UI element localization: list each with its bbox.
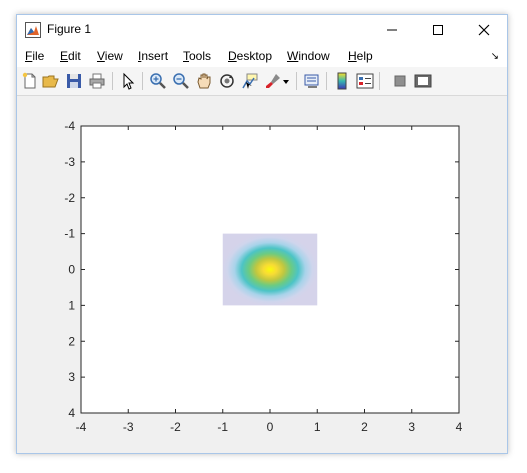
menu-insert[interactable]: Insert (138, 49, 168, 63)
insert-colorbar-icon[interactable] (333, 72, 351, 90)
minimize-icon (387, 29, 397, 31)
zoom-out-icon[interactable] (172, 72, 190, 90)
y-tick-label: 1 (68, 298, 75, 312)
heatmap-chart[interactable]: -4 -3 -2 -1 0 1 2 3 4-4-3-2-101234 (17, 96, 507, 453)
plot-area: -4 -3 -2 -1 0 1 2 3 4 -4 -3 -2 -1 0 1 2 3 4 (17, 96, 507, 453)
edit-plot-icon[interactable] (119, 72, 137, 90)
maximize-button[interactable] (415, 15, 461, 45)
y-tick-label: -2 (64, 191, 75, 205)
x-tick-label: -3 (123, 420, 134, 434)
menu-desktop[interactable]: Desktop (228, 49, 272, 63)
y-tick-label: -4 (64, 119, 75, 133)
menu-help[interactable]: Help (348, 49, 373, 63)
x-tick-label: -1 (217, 420, 228, 434)
menu-window[interactable]: Window (287, 49, 330, 63)
menu-edit[interactable]: Edit (60, 49, 81, 63)
close-icon (478, 24, 490, 36)
x-tick-label: 1 (314, 420, 321, 434)
heatmap-image (222, 233, 318, 306)
menu-view[interactable]: View (97, 49, 123, 63)
brush-icon[interactable] (264, 72, 282, 90)
x-tick-label: -2 (170, 420, 181, 434)
matlab-figure-icon (25, 22, 41, 38)
close-button[interactable] (461, 15, 507, 45)
zoom-in-icon[interactable] (149, 72, 167, 90)
menu-bar: File Edit View Insert Tools Desktop Wind… (17, 45, 507, 67)
title-bar[interactable]: Figure 1 (17, 15, 507, 45)
x-tick-label: -4 (76, 420, 87, 434)
hide-plot-tools-icon[interactable] (391, 72, 409, 90)
x-tick-label: 0 (267, 420, 274, 434)
figure-window: Figure 1 File Edit View Insert Tools Des… (16, 14, 508, 454)
y-tick-label: 3 (68, 370, 75, 384)
toolbar-separator (142, 72, 143, 90)
new-figure-icon[interactable] (21, 72, 39, 90)
y-tick-label: 4 (68, 406, 75, 420)
x-tick-label: 2 (361, 420, 368, 434)
link-plot-icon[interactable] (303, 72, 321, 90)
y-tick-label: 0 (68, 263, 75, 277)
window-title: Figure 1 (47, 22, 92, 36)
menu-tools[interactable]: Tools (183, 49, 211, 63)
save-icon[interactable] (65, 72, 83, 90)
brush-dropdown-icon[interactable] (282, 72, 290, 90)
y-tick-label: 2 (68, 334, 75, 348)
figure-toolbar (17, 67, 507, 96)
toolbar-separator (326, 72, 327, 90)
open-file-icon[interactable] (42, 72, 60, 90)
maximize-icon (433, 25, 443, 35)
print-icon[interactable] (88, 72, 106, 90)
rotate-3d-icon[interactable] (218, 72, 236, 90)
insert-legend-icon[interactable] (356, 72, 374, 90)
x-tick-label: 3 (408, 420, 415, 434)
x-tick-label: 4 (456, 420, 463, 434)
y-tick-label: -1 (64, 227, 75, 241)
menu-file[interactable]: File (25, 49, 44, 63)
data-cursor-icon[interactable] (241, 72, 259, 90)
show-plot-tools-icon[interactable] (414, 72, 432, 90)
y-tick-label: -3 (64, 155, 75, 169)
minimize-button[interactable] (369, 15, 415, 45)
toolbar-separator (112, 72, 113, 90)
dock-figure-icon[interactable]: ↘ (491, 51, 499, 62)
toolbar-separator (296, 72, 297, 90)
toolbar-separator (379, 72, 380, 90)
pan-icon[interactable] (195, 72, 213, 90)
